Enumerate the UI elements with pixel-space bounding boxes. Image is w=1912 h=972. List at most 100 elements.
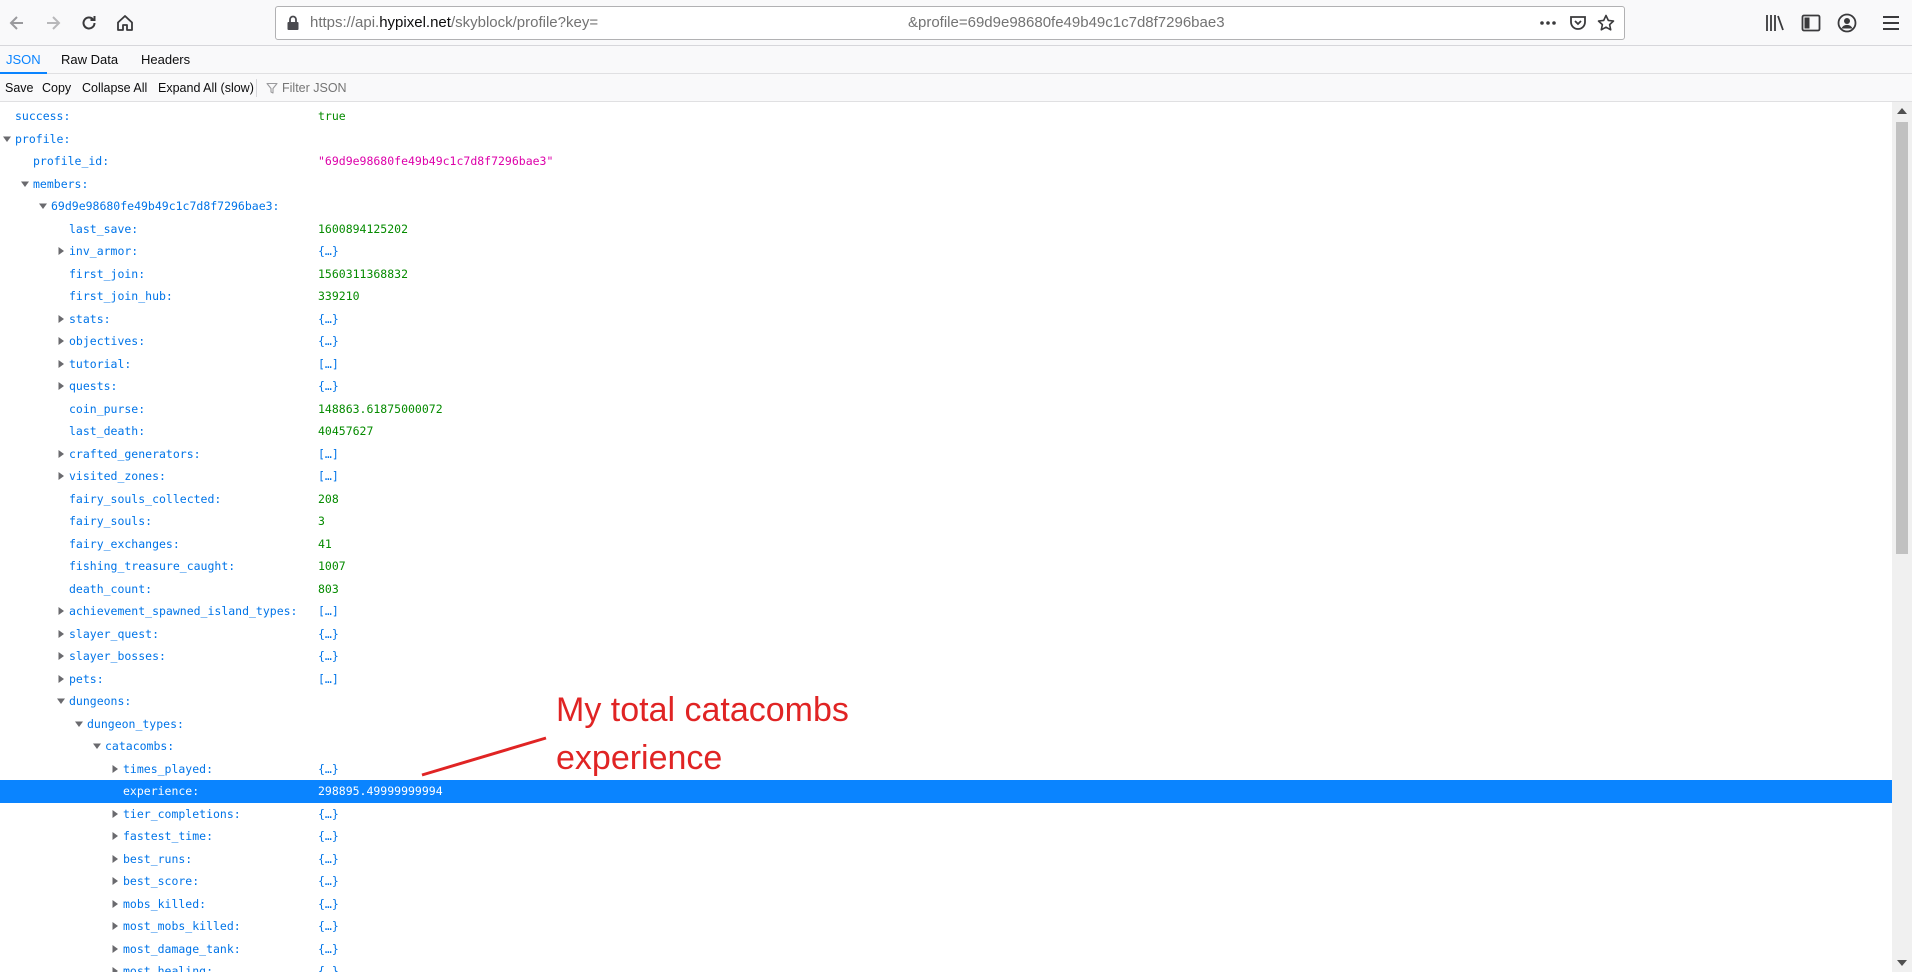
json-row[interactable]: mobs_killed: {…} xyxy=(0,893,1892,916)
collapsed-triangle-icon[interactable] xyxy=(110,899,120,909)
json-key: first_join: xyxy=(69,266,146,281)
expanded-triangle-icon[interactable] xyxy=(20,179,30,189)
json-row[interactable]: death_count: 803 xyxy=(0,578,1892,601)
json-row[interactable]: fastest_time: {…} xyxy=(0,825,1892,848)
account-icon[interactable] xyxy=(1836,12,1858,34)
collapsed-triangle-icon[interactable] xyxy=(56,629,66,639)
json-row[interactable]: fairy_exchanges: 41 xyxy=(0,533,1892,556)
json-row[interactable]: times_played: {…} xyxy=(0,758,1892,781)
json-row[interactable]: stats: {…} xyxy=(0,308,1892,331)
json-row[interactable]: 69d9e98680fe49b49c1c7d8f7296bae3: xyxy=(0,195,1892,218)
json-row[interactable]: pets: […] xyxy=(0,668,1892,691)
json-row[interactable]: profile_id: "69d9e98680fe49b49c1c7d8f7296… xyxy=(0,150,1892,173)
json-row[interactable]: success: true xyxy=(0,105,1892,128)
scroll-up-arrow-icon[interactable] xyxy=(1897,108,1907,114)
json-row[interactable]: profile: xyxy=(0,128,1892,151)
more-actions-icon[interactable] xyxy=(1538,13,1558,33)
collapsed-triangle-icon[interactable] xyxy=(110,921,120,931)
scroll-down-arrow-icon[interactable] xyxy=(1897,960,1907,966)
json-value: {…} xyxy=(318,649,339,663)
collapsed-triangle-icon[interactable] xyxy=(110,944,120,954)
json-row[interactable]: last_death: 40457627 xyxy=(0,420,1892,443)
json-value: […] xyxy=(318,446,339,461)
json-value: 1560311368832 xyxy=(318,266,409,281)
url-bar[interactable]: https://api.hypixel.net/skyblock/profile… xyxy=(275,6,1625,40)
json-row[interactable]: best_score: {…} xyxy=(0,870,1892,893)
collapsed-triangle-icon[interactable] xyxy=(110,966,120,972)
json-row[interactable]: objectives: {…} xyxy=(0,330,1892,353)
json-row[interactable]: fairy_souls_collected: 208 xyxy=(0,488,1892,511)
json-row[interactable]: slayer_bosses: {…} xyxy=(0,645,1892,668)
library-icon[interactable] xyxy=(1764,12,1786,34)
json-row[interactable]: crafted_generators: […] xyxy=(0,443,1892,466)
pocket-icon[interactable] xyxy=(1568,13,1588,33)
tab-headers[interactable]: Headers xyxy=(135,46,196,74)
collapsed-triangle-icon[interactable] xyxy=(56,336,66,346)
expanded-triangle-icon[interactable] xyxy=(2,134,12,144)
json-row[interactable]: most_damage_tank: {…} xyxy=(0,938,1892,961)
json-row[interactable]: tier_completions: {…} xyxy=(0,803,1892,826)
json-row[interactable]: tutorial: […] xyxy=(0,353,1892,376)
json-row[interactable]: coin_purse: 148863.61875000072 xyxy=(0,398,1892,421)
tab-json[interactable]: JSON xyxy=(0,46,47,74)
collapsed-triangle-icon[interactable] xyxy=(110,854,120,864)
bookmark-star-icon[interactable] xyxy=(1596,13,1616,33)
json-row[interactable]: dungeons: xyxy=(0,690,1892,713)
json-row[interactable]: most_healing: {…} xyxy=(0,960,1892,972)
expanded-triangle-icon[interactable] xyxy=(38,201,48,211)
expand-all-button[interactable]: Expand All (slow) xyxy=(158,74,254,102)
json-value: {…} xyxy=(318,829,339,843)
json-key: tutorial: xyxy=(69,356,132,371)
json-row[interactable]: quests: {…} xyxy=(0,375,1892,398)
json-key: most_damage_tank: xyxy=(123,941,241,956)
json-row[interactable]: dungeon_types: xyxy=(0,713,1892,736)
json-row[interactable]: visited_zones: […] xyxy=(0,465,1892,488)
scrollbar-thumb[interactable] xyxy=(1896,122,1908,554)
collapsed-triangle-icon[interactable] xyxy=(56,471,66,481)
collapsed-triangle-icon[interactable] xyxy=(56,674,66,684)
save-button[interactable]: Save xyxy=(5,74,34,102)
collapse-all-button[interactable]: Collapse All xyxy=(82,74,147,102)
sidebar-icon[interactable] xyxy=(1800,12,1822,34)
json-row[interactable]: fishing_treasure_caught: 1007 xyxy=(0,555,1892,578)
json-row[interactable]: last_save: 1600894125202 xyxy=(0,218,1892,241)
expanded-triangle-icon[interactable] xyxy=(56,696,66,706)
json-row[interactable]: catacombs: xyxy=(0,735,1892,758)
json-key: tier_completions: xyxy=(123,806,241,821)
collapsed-triangle-icon[interactable] xyxy=(56,314,66,324)
vertical-scrollbar[interactable] xyxy=(1892,102,1912,972)
collapsed-triangle-icon[interactable] xyxy=(56,381,66,391)
collapsed-triangle-icon[interactable] xyxy=(56,651,66,661)
arrow-right-icon xyxy=(47,16,61,30)
json-row[interactable]: fairy_souls: 3 xyxy=(0,510,1892,533)
collapsed-triangle-icon[interactable] xyxy=(56,246,66,256)
json-row[interactable]: inv_armor: {…} xyxy=(0,240,1892,263)
json-row[interactable]: achievement_spawned_island_types: […] xyxy=(0,600,1892,623)
json-row[interactable]: slayer_quest: {…} xyxy=(0,623,1892,646)
collapsed-triangle-icon[interactable] xyxy=(56,449,66,459)
json-row[interactable]: best_runs: {…} xyxy=(0,848,1892,871)
json-row-selected[interactable]: experience: 298895.49999999994 xyxy=(0,780,1892,803)
copy-button[interactable]: Copy xyxy=(42,74,71,102)
collapsed-triangle-icon[interactable] xyxy=(110,831,120,841)
json-key: crafted_generators: xyxy=(69,446,201,461)
json-row[interactable]: first_join_hub: 339210 xyxy=(0,285,1892,308)
home-button[interactable] xyxy=(112,10,138,36)
json-row[interactable]: first_join: 1560311368832 xyxy=(0,263,1892,286)
forward-button[interactable] xyxy=(40,10,66,36)
tab-raw-data[interactable]: Raw Data xyxy=(55,46,124,74)
collapsed-triangle-icon[interactable] xyxy=(56,606,66,616)
collapsed-triangle-icon[interactable] xyxy=(110,809,120,819)
back-button[interactable] xyxy=(4,10,30,36)
json-row[interactable]: members: xyxy=(0,173,1892,196)
json-row[interactable]: most_mobs_killed: {…} xyxy=(0,915,1892,938)
collapsed-triangle-icon[interactable] xyxy=(56,359,66,369)
filter-json-input[interactable] xyxy=(282,74,482,102)
collapsed-triangle-icon[interactable] xyxy=(110,764,120,774)
expanded-triangle-icon[interactable] xyxy=(92,741,102,751)
expanded-triangle-icon[interactable] xyxy=(74,719,84,729)
arrow-left-icon xyxy=(9,16,23,30)
reload-button[interactable] xyxy=(76,10,102,36)
collapsed-triangle-icon[interactable] xyxy=(110,876,120,886)
menu-icon[interactable] xyxy=(1880,12,1902,34)
